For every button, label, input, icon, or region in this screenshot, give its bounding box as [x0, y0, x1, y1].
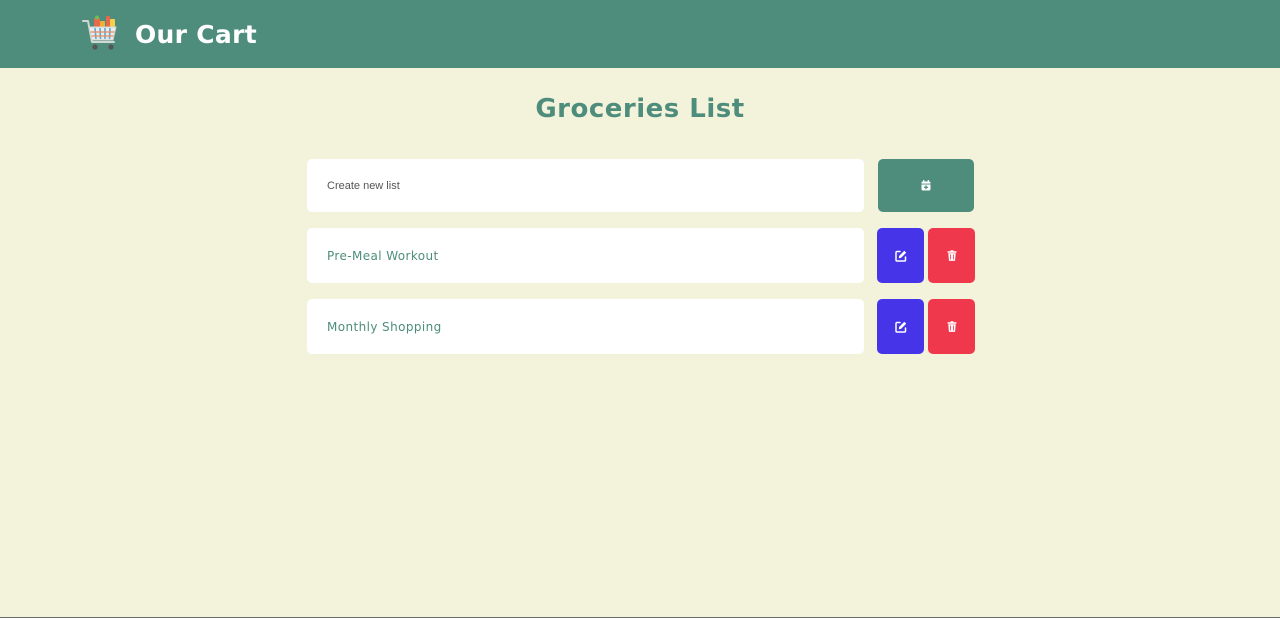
create-list-button[interactable] [878, 159, 974, 212]
edit-icon [894, 321, 907, 333]
delete-list-button[interactable] [928, 299, 975, 354]
navbar: Our Cart [0, 0, 1280, 68]
list-item-name[interactable]: Pre-Meal Workout [307, 228, 864, 283]
app-title: Our Cart [135, 19, 257, 49]
edit-list-button[interactable] [877, 228, 924, 283]
calendar-plus-icon [921, 180, 931, 191]
shopping-cart-icon [81, 15, 121, 53]
edit-icon [894, 250, 907, 262]
page-title: Groceries List [535, 94, 745, 124]
create-list-input[interactable] [307, 159, 864, 212]
trash-icon [947, 321, 957, 332]
delete-list-button[interactable] [928, 228, 975, 283]
trash-icon [947, 250, 957, 261]
app-page: Our Cart Groceries List Pre-Meal Workout [0, 0, 1280, 618]
edit-list-button[interactable] [877, 299, 924, 354]
list-item-name[interactable]: Monthly Shopping [307, 299, 864, 354]
brand-link[interactable]: Our Cart [81, 14, 257, 54]
list-item: Pre-Meal Workout [307, 228, 975, 283]
list-item: Monthly Shopping [307, 299, 975, 354]
